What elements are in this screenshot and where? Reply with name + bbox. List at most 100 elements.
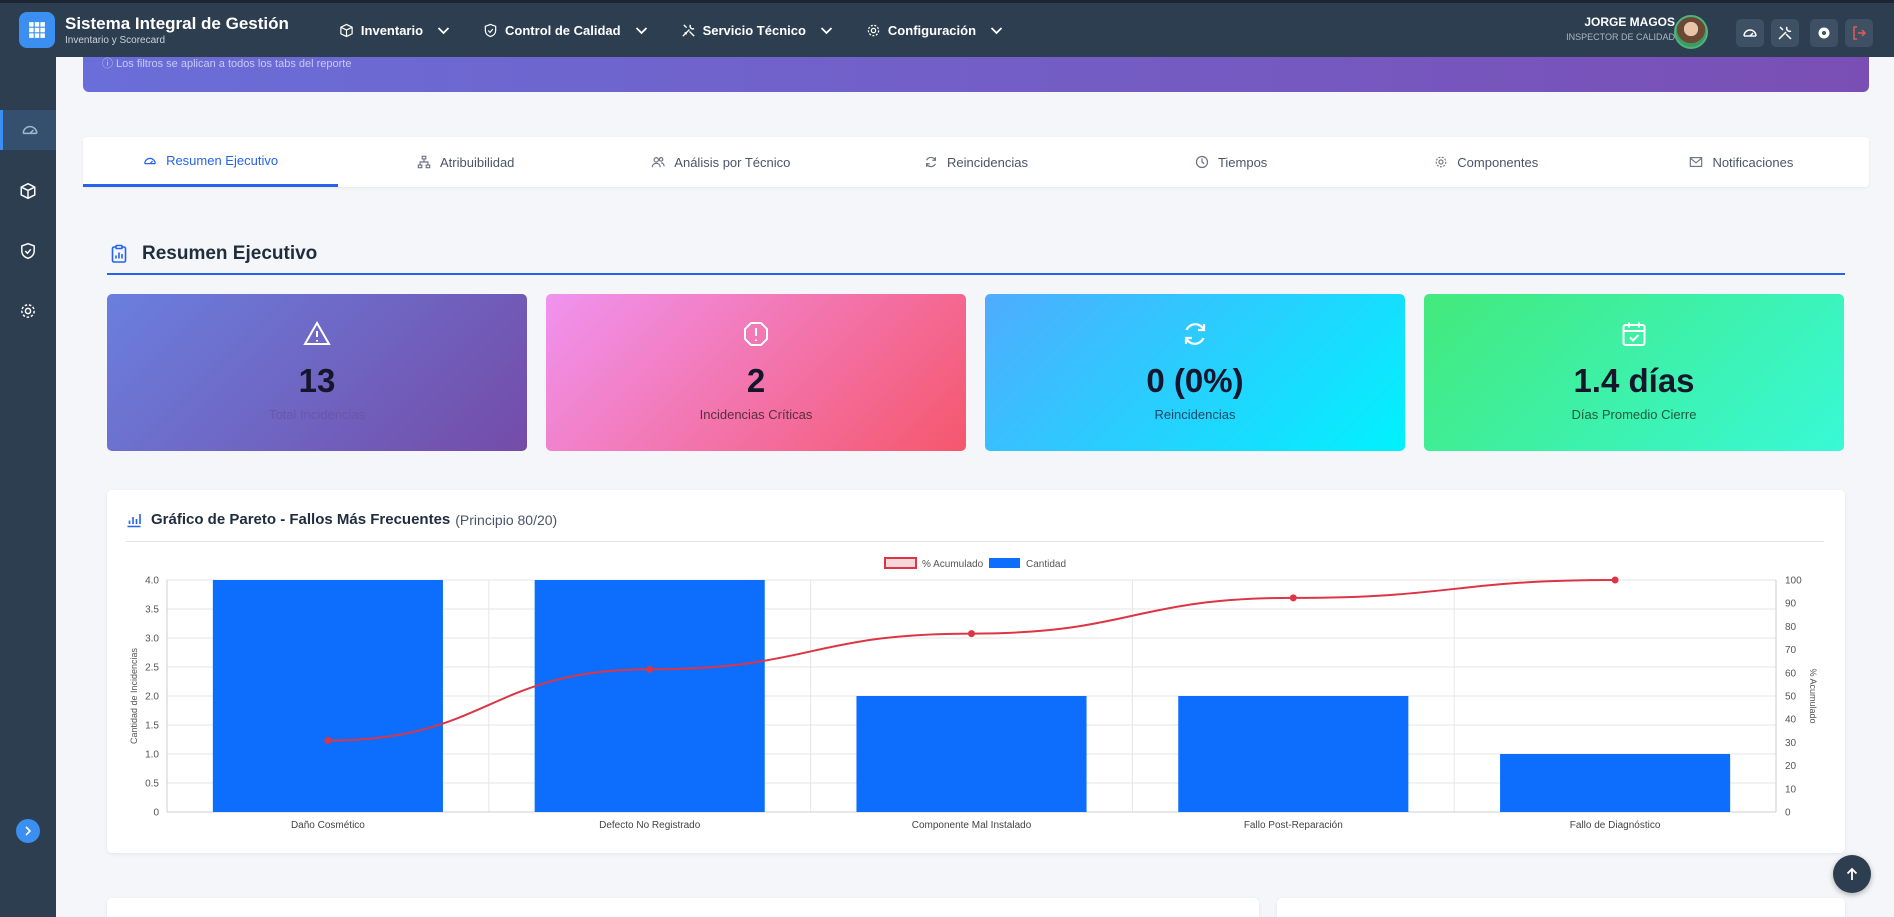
sidebar-item-inventario[interactable]: [0, 171, 56, 211]
app-subtitle: Inventario y Scorecard: [65, 34, 166, 46]
shield-icon: [484, 23, 497, 37]
nav-servicio-tecnico[interactable]: Servicio Técnico: [681, 23, 834, 38]
tab-notificaciones[interactable]: Notificaciones: [1614, 137, 1869, 187]
envelope-icon: [1690, 157, 1703, 167]
dashboard-button[interactable]: [1736, 19, 1764, 47]
settings-button[interactable]: [1810, 19, 1838, 47]
cumulative-point: [324, 737, 332, 745]
chevron-right-icon: [25, 826, 32, 836]
tab-reincidencias[interactable]: Reincidencias: [848, 137, 1103, 187]
y-tick-label: 2.5: [145, 663, 159, 674]
pareto-chart: 0 0.5 1.0 1.5 2.0 2.5 3.0 3.5 4.0 0 10 20 30 40 50 60 70…: [129, 557, 1818, 831]
logout-button[interactable]: [1845, 19, 1873, 47]
kpi-value: 0 (0%): [1146, 362, 1244, 399]
nav-control-calidad[interactable]: Control de Calidad: [483, 23, 649, 38]
x-tick-label: Daño Cosmético: [291, 820, 365, 831]
gear-icon: [21, 304, 35, 318]
sidebar-expand-button[interactable]: [16, 819, 40, 843]
nav-configuracion[interactable]: Configuración: [866, 23, 1004, 38]
cumulative-point: [1289, 594, 1297, 602]
tools-icon: [1778, 26, 1792, 40]
y2-tick-label: 50: [1785, 692, 1797, 703]
user-role: INSPECTOR DE CALIDAD: [1566, 32, 1675, 42]
cumulative-point: [646, 665, 654, 673]
sidebar-item-configuracion[interactable]: [0, 291, 56, 331]
tab-resumen-ejecutivo[interactable]: Resumen Ejecutivo: [83, 137, 339, 187]
shield-icon: [21, 242, 35, 260]
chevron-down-icon: [437, 26, 450, 34]
top-navbar: Sistema Integral de Gestión Inventario y…: [0, 0, 1894, 57]
avatar[interactable]: [1674, 15, 1708, 49]
kpi-card-reincidencias: 0 (0%) Reincidencias: [985, 294, 1405, 451]
tab-label: Componentes: [1457, 154, 1539, 170]
users-icon: [652, 157, 665, 168]
tab-analisis-tecnico[interactable]: Análisis por Técnico: [593, 137, 848, 187]
arrow-up-icon: [1846, 867, 1858, 880]
y-tick-label: 0: [153, 808, 159, 819]
dashboard-icon: [144, 157, 156, 164]
section-title: Resumen Ejecutivo: [142, 243, 318, 264]
y2-tick-label: 0: [1785, 808, 1791, 819]
bar: [212, 580, 443, 812]
y2-tick-label: 100: [1785, 576, 1802, 587]
y-tick-label: 0.5: [145, 779, 159, 790]
brand[interactable]: Sistema Integral de Gestión Inventario y…: [65, 14, 289, 47]
y2-tick-label: 20: [1785, 761, 1797, 772]
tab-label: Resumen Ejecutivo: [166, 153, 279, 168]
x-tick-label: Fallo de Diagnóstico: [1570, 820, 1661, 831]
logout-icon: [1853, 26, 1867, 40]
user-name: JORGE MAGOS: [1584, 15, 1675, 29]
calendar-check-icon: [1622, 322, 1646, 346]
tab-atribuibilidad[interactable]: Atribuibilidad: [338, 137, 593, 187]
tab-label: Atribuibilidad: [439, 154, 515, 170]
tab-componentes[interactable]: Componentes: [1359, 137, 1614, 187]
y-tick-label: 3.5: [145, 605, 159, 616]
kpi-card-incidencias-criticas: 2 Incidencias Críticas: [546, 294, 966, 451]
sidebar-item-dashboard[interactable]: [0, 110, 56, 150]
tab-label: Tiempos: [1217, 154, 1268, 170]
y2-tick-label: 80: [1785, 622, 1797, 633]
y-tick-label: 2.0: [145, 692, 159, 703]
y-tick-label: 1.0: [145, 750, 159, 761]
y-tick-label: 4.0: [145, 576, 159, 587]
kpi-value: 1.4 días: [1573, 362, 1695, 399]
sidebar-item-calidad[interactable]: [0, 231, 56, 271]
kpi-label: Incidencias Críticas: [699, 407, 813, 422]
y2-tick-label: 70: [1785, 645, 1797, 656]
dashboard-icon: [21, 125, 38, 135]
chevron-down-icon: [635, 26, 647, 34]
legend-label: Cantidad: [1026, 559, 1066, 570]
clipboard-chart-icon: [111, 244, 127, 263]
tab-tiempos[interactable]: Tiempos: [1104, 137, 1359, 187]
y2-axis-label: % Acumulado: [1808, 668, 1818, 723]
nav-label: Configuración: [887, 22, 977, 38]
cumulative-point: [1611, 576, 1619, 584]
nav-label: Control de Calidad: [505, 22, 621, 38]
y-tick-label: 1.5: [145, 721, 159, 732]
app-title: Sistema Integral de Gestión: [65, 13, 289, 33]
warning-icon: [303, 320, 331, 345]
user-info[interactable]: JORGE MAGOS INSPECTOR DE CALIDAD: [1566, 15, 1675, 44]
tab-label: Notificaciones: [1712, 154, 1794, 170]
alert-octagon-icon: [744, 322, 768, 346]
apps-grid-icon[interactable]: [19, 12, 55, 48]
scroll-to-top-button[interactable]: [1833, 855, 1871, 893]
nav-inventario[interactable]: Inventario: [339, 23, 451, 38]
legend-label: % Acumulado: [922, 559, 984, 570]
tools-button[interactable]: [1771, 19, 1799, 47]
section-header: Resumen Ejecutivo: [107, 241, 1845, 275]
kpi-label: Reincidencias: [1154, 407, 1236, 422]
y-axis-label: Cantidad de Incidencias: [129, 647, 139, 744]
y2-tick-label: 30: [1785, 738, 1797, 749]
bar: [856, 696, 1087, 812]
box-icon: [20, 182, 36, 200]
lower-card-right: [1277, 898, 1845, 917]
lower-card-left: [107, 898, 1259, 917]
y2-tick-label: 40: [1785, 715, 1797, 726]
sitemap-icon: [417, 155, 431, 169]
cumulative-point: [968, 630, 975, 638]
clock-icon: [1195, 155, 1209, 169]
main-nav: Inventario Control de Calidad Servicio T…: [339, 23, 1004, 38]
pareto-chart-card: Gráfico de Pareto - Fallos Más Frecuente…: [107, 490, 1845, 853]
gear-icon: [867, 24, 880, 36]
